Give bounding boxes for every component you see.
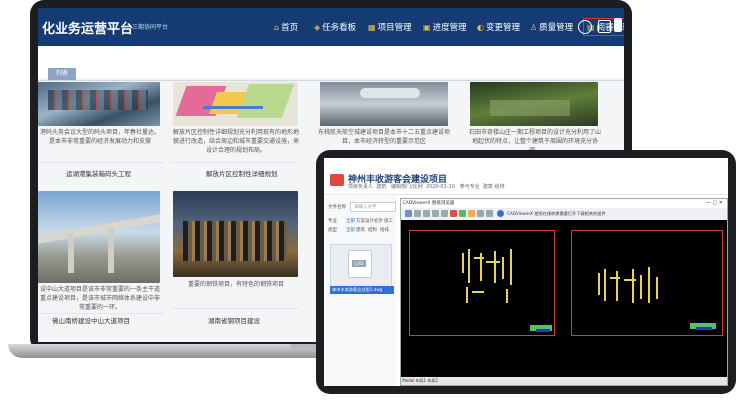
card-title-plan[interactable]: 解放片区控制性详细规划 <box>206 168 278 178</box>
home-icon: ⌂ <box>274 23 280 32</box>
more-icon[interactable] <box>614 18 622 32</box>
project-logo-icon <box>330 174 344 186</box>
card-title-steel[interactable]: 湖南省钢项目建设 <box>208 315 260 325</box>
filter-discipline-all[interactable]: 全部 <box>346 218 355 224</box>
cad-info-text: CADViewerX 使用在线转换需要打开下载相关的组件 <box>507 211 606 216</box>
card-divider <box>38 313 164 314</box>
window-controls[interactable]: — ▢ ✕ <box>706 200 723 206</box>
nav-change-management[interactable]: ◐ 变更管理 <box>477 21 520 33</box>
file-name-label: 文件名称 <box>328 205 346 210</box>
zoom-out-icon[interactable] <box>432 210 439 217</box>
file-name-bar[interactable]: 神州丰收游客会总图1.dwg <box>330 286 394 294</box>
card-divider <box>171 162 299 163</box>
cad-window-title: CADViewerX 图纸浏览器 <box>401 199 727 208</box>
card-title-port[interactable]: 运湖港集装箱码头工程 <box>66 168 131 178</box>
cad-drawing-canvas[interactable] <box>401 220 727 377</box>
tablet-screen: 神州丰收游客会建设项目 项目负责人 建筑 编辑部门/比例 2020-01-10 … <box>324 158 728 386</box>
color-icon[interactable] <box>459 210 466 217</box>
change-icon: ◐ <box>477 23 484 32</box>
filter-discipline-construction[interactable]: 施工 <box>384 218 393 224</box>
settings-icon[interactable] <box>486 210 493 217</box>
info-icon[interactable] <box>497 210 504 217</box>
type-label: 类型 <box>328 228 337 233</box>
zoom-in-icon[interactable] <box>423 210 430 217</box>
project-header: 神州丰收游客会建设项目 项目负责人 建筑 编辑部门/比例 2020-01-10 … <box>324 158 728 195</box>
card-desc-plan: 解放片区控制性详细规划充分利用现有的地形地貌进行改造，结合周边和城市重要交通设施… <box>172 129 299 154</box>
card-image-steel[interactable] <box>173 191 298 277</box>
filter-type-arch[interactable]: 建筑 <box>356 227 365 233</box>
nav-quality-management[interactable]: ♙ 质量管理 <box>530 21 573 33</box>
card-title-bridge[interactable]: 佛山南桥建设中山大道项目 <box>52 315 130 325</box>
card-desc-airport: 东桃航天航空城建设项目是本市十二五重点建设项目，本市经济转型的重要示范区 <box>318 129 451 145</box>
progress-icon: ▣ <box>423 23 431 32</box>
card-desc-steel: 重要的钢铁项目，有特色的钢铁项目 <box>187 281 284 288</box>
project-meta: 项目负责人 建筑 编辑部门/比例 2020-01-10 参与专业 建筑 给排 <box>348 184 505 190</box>
history-icon[interactable] <box>578 20 592 34</box>
card-image-bridge[interactable] <box>38 191 160 283</box>
task-icon: ◈ <box>314 23 321 32</box>
nav-home[interactable]: ⌂ 首页 <box>274 21 298 33</box>
quality-icon: ♙ <box>530 23 538 32</box>
filter-discipline-prelim[interactable]: 初步 <box>374 218 383 224</box>
cad-file-icon: CAD <box>348 250 372 278</box>
tab-list[interactable]: 列表 <box>48 68 76 80</box>
cad-viewer-window: CADViewerX 图纸浏览器 — ▢ ✕ CADViewerX 使用在线转换… <box>400 198 728 386</box>
open-icon[interactable] <box>405 210 412 217</box>
filter-type-all[interactable]: 全部 <box>346 227 355 233</box>
message-icon[interactable] <box>598 20 611 33</box>
card-image-airport[interactable] <box>320 82 448 126</box>
nav-project-management[interactable]: ▦ 项目管理 <box>368 21 412 33</box>
nav-task-board[interactable]: ◈ 任务看板 <box>314 21 356 33</box>
card-desc-port: 港码头务会议大型的码头项目，年春社量达，是本市非常重要的经济发展动力和支撑 <box>39 129 160 145</box>
filter-type-plumbing[interactable]: 给排 <box>380 227 389 233</box>
file-search-input[interactable]: 请输入文字 <box>350 202 396 212</box>
filter-type-structure[interactable]: 结构 <box>368 227 377 233</box>
platform-subtitle: 一三期协同平台 <box>126 24 169 31</box>
project-icon: ▦ <box>368 23 376 32</box>
drawing-sheet-2 <box>571 230 723 336</box>
card-desc-bridge: 设中山大道项目是该市非常重要的一条主干道重点建设项目，是该市城市网络体系建设中非… <box>39 286 160 311</box>
print-icon[interactable] <box>468 210 475 217</box>
tab-divider <box>38 80 624 81</box>
pan-icon[interactable] <box>414 210 421 217</box>
card-divider <box>38 162 164 163</box>
drawing-sheet-1 <box>409 230 555 336</box>
discipline-label: 专业 <box>328 219 337 224</box>
card-image-plan[interactable] <box>173 82 298 126</box>
card-image-port[interactable] <box>38 82 160 126</box>
platform-title: 化业务运营平台 <box>42 22 134 37</box>
filter-discipline-scheme[interactable]: 方案设计 <box>356 218 374 224</box>
measure-icon[interactable] <box>477 210 484 217</box>
card-divider <box>171 308 299 309</box>
card-image-mountain[interactable] <box>470 82 598 126</box>
subheader <box>38 46 624 78</box>
top-navigation-bar: 化业务运营平台 一三期协同平台 ⌂ 首页 ◈ 任务看板 ▦ 项目管理 ▣ 进度管理 ◐ 变… <box>38 8 624 46</box>
layer-icon[interactable] <box>450 210 457 217</box>
cad-status-bar: Model 布局1 布局2 <box>401 377 727 385</box>
nav-progress-management[interactable]: ▣ 进度管理 <box>423 21 467 33</box>
fit-icon[interactable] <box>441 210 448 217</box>
